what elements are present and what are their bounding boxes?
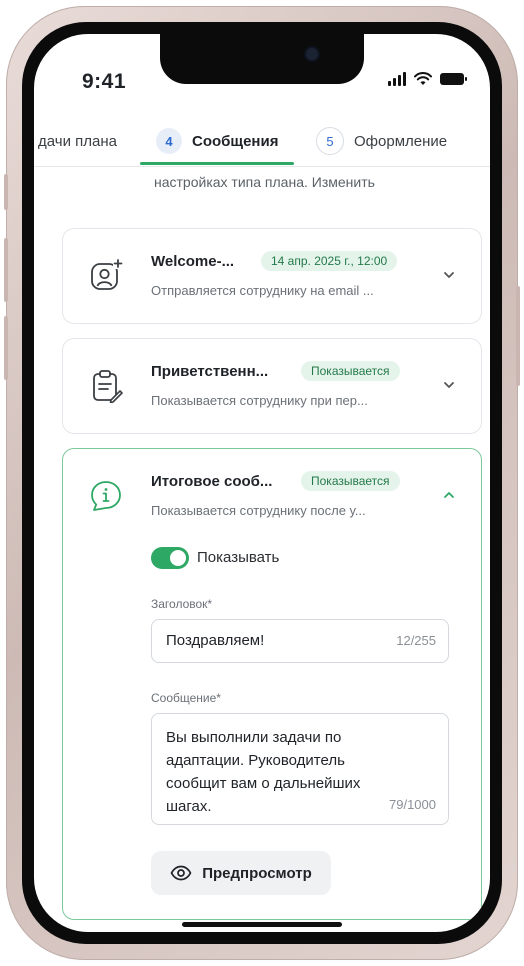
- chevron-down-icon[interactable]: [441, 377, 457, 393]
- status-time: 9:41: [82, 70, 127, 93]
- card-subtitle: Показывается сотруднику после у...: [151, 503, 366, 518]
- message-card-final: Итоговое сооб... Показывается Показывает…: [62, 448, 482, 920]
- volume-down-button: [4, 316, 8, 380]
- title-char-counter: 12/255: [396, 633, 436, 648]
- date-badge: 14 апр. 2025 г., 12:00: [261, 251, 398, 271]
- status-badge: Показывается: [301, 471, 400, 491]
- clipboard-edit-icon: [93, 370, 123, 403]
- message-field-label: Сообщение*: [151, 691, 221, 705]
- home-indicator: [182, 922, 342, 927]
- chevron-up-icon[interactable]: [441, 487, 457, 503]
- info-chat-icon: [91, 481, 121, 511]
- cellular-signal-icon: [388, 72, 406, 86]
- show-toggle[interactable]: [151, 547, 189, 569]
- power-button: [516, 286, 520, 386]
- title-field-label: Заголовок*: [151, 597, 213, 611]
- camera-icon: [306, 48, 318, 60]
- screen: 9:41 дачи плана 4 Сообщения 5 Оформление…: [34, 34, 490, 932]
- battery-icon: [440, 73, 467, 85]
- card-title: Приветственн...: [151, 363, 269, 380]
- chevron-down-icon[interactable]: [441, 267, 457, 283]
- volume-up-button: [4, 238, 8, 302]
- wifi-icon: [414, 72, 432, 85]
- message-textarea-value: Вы выполнили задачи по адаптации. Руково…: [166, 729, 361, 815]
- status-icons: [388, 72, 467, 86]
- eye-icon: [170, 865, 192, 881]
- message-char-counter: 79/1000: [389, 797, 436, 812]
- step-tabs: дачи плана 4 Сообщения 5 Оформление: [34, 116, 490, 167]
- status-badge: Показывается: [301, 361, 400, 381]
- card-subtitle: Показывается сотруднику при пер...: [151, 393, 368, 408]
- message-card-welcome-screen[interactable]: Приветственн... Показывается Показываетс…: [62, 338, 482, 434]
- preview-button-label: Предпросмотр: [202, 864, 312, 882]
- preview-button[interactable]: Предпросмотр: [151, 851, 331, 895]
- card-subtitle: Отправляется сотруднику на email ...: [151, 283, 374, 298]
- tab-plan-tasks[interactable]: дачи плана: [38, 116, 117, 166]
- active-tab-indicator: [140, 162, 294, 165]
- tab-label: Сообщения: [192, 132, 279, 150]
- tab-messages[interactable]: 4 Сообщения: [156, 116, 278, 166]
- tab-label: Оформление: [354, 132, 448, 150]
- card-title: Welcome-...: [151, 253, 235, 270]
- mute-button: [4, 174, 8, 210]
- toggle-label: Показывать: [197, 549, 280, 566]
- settings-description: настройках типа плана. Изменить: [154, 174, 375, 190]
- notch: [160, 34, 364, 84]
- tab-design[interactable]: 5 Оформление: [316, 116, 447, 166]
- tab-number: 4: [156, 128, 182, 154]
- card-title: Итоговое сооб...: [151, 473, 273, 490]
- tab-label: дачи плана: [38, 132, 117, 150]
- title-input-value: Поздравляем!: [166, 632, 265, 649]
- message-textarea[interactable]: Вы выполнили задачи по адаптации. Руково…: [151, 713, 449, 825]
- message-card-welcome[interactable]: Welcome-... 14 апр. 2025 г., 12:00 Отпра…: [62, 228, 482, 324]
- tab-number: 5: [316, 127, 344, 155]
- title-input[interactable]: Поздравляем! 12/255: [151, 619, 449, 663]
- user-add-icon: [91, 259, 123, 290]
